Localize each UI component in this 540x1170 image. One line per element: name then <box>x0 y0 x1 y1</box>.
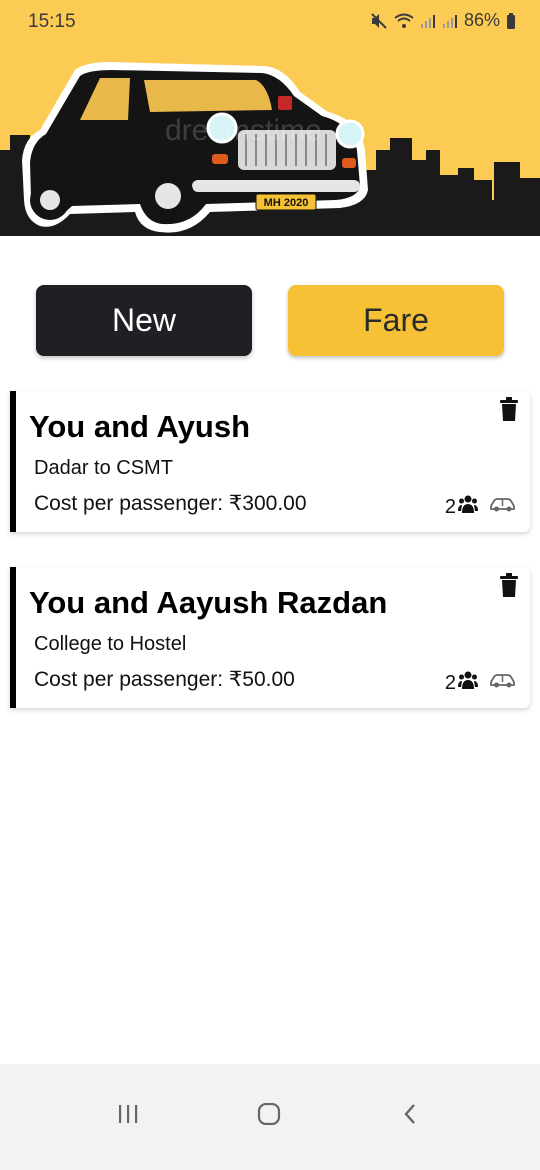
status-time: 15:15 <box>28 11 76 32</box>
car-icon <box>490 497 516 517</box>
new-button[interactable]: New <box>36 285 252 356</box>
group-icon <box>458 495 478 519</box>
svg-text:dreamstime: dreamstime <box>165 114 322 147</box>
ride-title: You and Aayush Razdan <box>29 585 388 620</box>
ride-card[interactable]: You and Ayush Dadar to CSMT Cost per pas… <box>10 391 530 532</box>
system-nav-bar <box>0 1064 540 1170</box>
ride-route: Dadar to CSMT <box>34 457 173 479</box>
header-banner: MH 2020 dreamstime 15:15 86% <box>0 0 540 236</box>
ride-card[interactable]: You and Aayush Razdan College to Hostel … <box>10 567 530 708</box>
ride-meta: 2 <box>445 671 516 695</box>
wifi-icon <box>394 13 414 29</box>
group-icon <box>458 671 478 695</box>
ride-route: College to Hostel <box>34 633 187 655</box>
ride-meta: 2 <box>445 495 516 519</box>
home-icon[interactable] <box>249 1094 289 1134</box>
passenger-count-value: 2 <box>444 495 456 518</box>
mute-icon <box>370 12 388 30</box>
ride-cost: Cost per passenger: ₹300.00 <box>34 492 307 515</box>
trash-icon[interactable] <box>500 397 518 421</box>
fare-button[interactable]: Fare <box>288 285 504 356</box>
back-icon[interactable] <box>390 1094 430 1134</box>
recent-apps-icon[interactable] <box>108 1094 148 1134</box>
ride-title: You and Ayush <box>29 409 251 444</box>
status-bar: 15:15 86% <box>0 0 540 44</box>
car-icon <box>490 673 516 693</box>
trash-icon[interactable] <box>500 573 518 597</box>
passenger-count: 2 <box>445 671 478 695</box>
signal-icon <box>420 13 436 29</box>
battery-percent: 86% <box>463 10 500 30</box>
ride-cost: Cost per passenger: ₹50.00 <box>34 668 295 691</box>
svg-text:MH 2020: MH 2020 <box>264 197 309 209</box>
passenger-count: 2 <box>445 495 478 519</box>
signal-icon <box>442 13 458 29</box>
battery-icon <box>506 12 516 29</box>
passenger-count-value: 2 <box>444 671 456 694</box>
status-icons: 86% <box>370 10 516 31</box>
